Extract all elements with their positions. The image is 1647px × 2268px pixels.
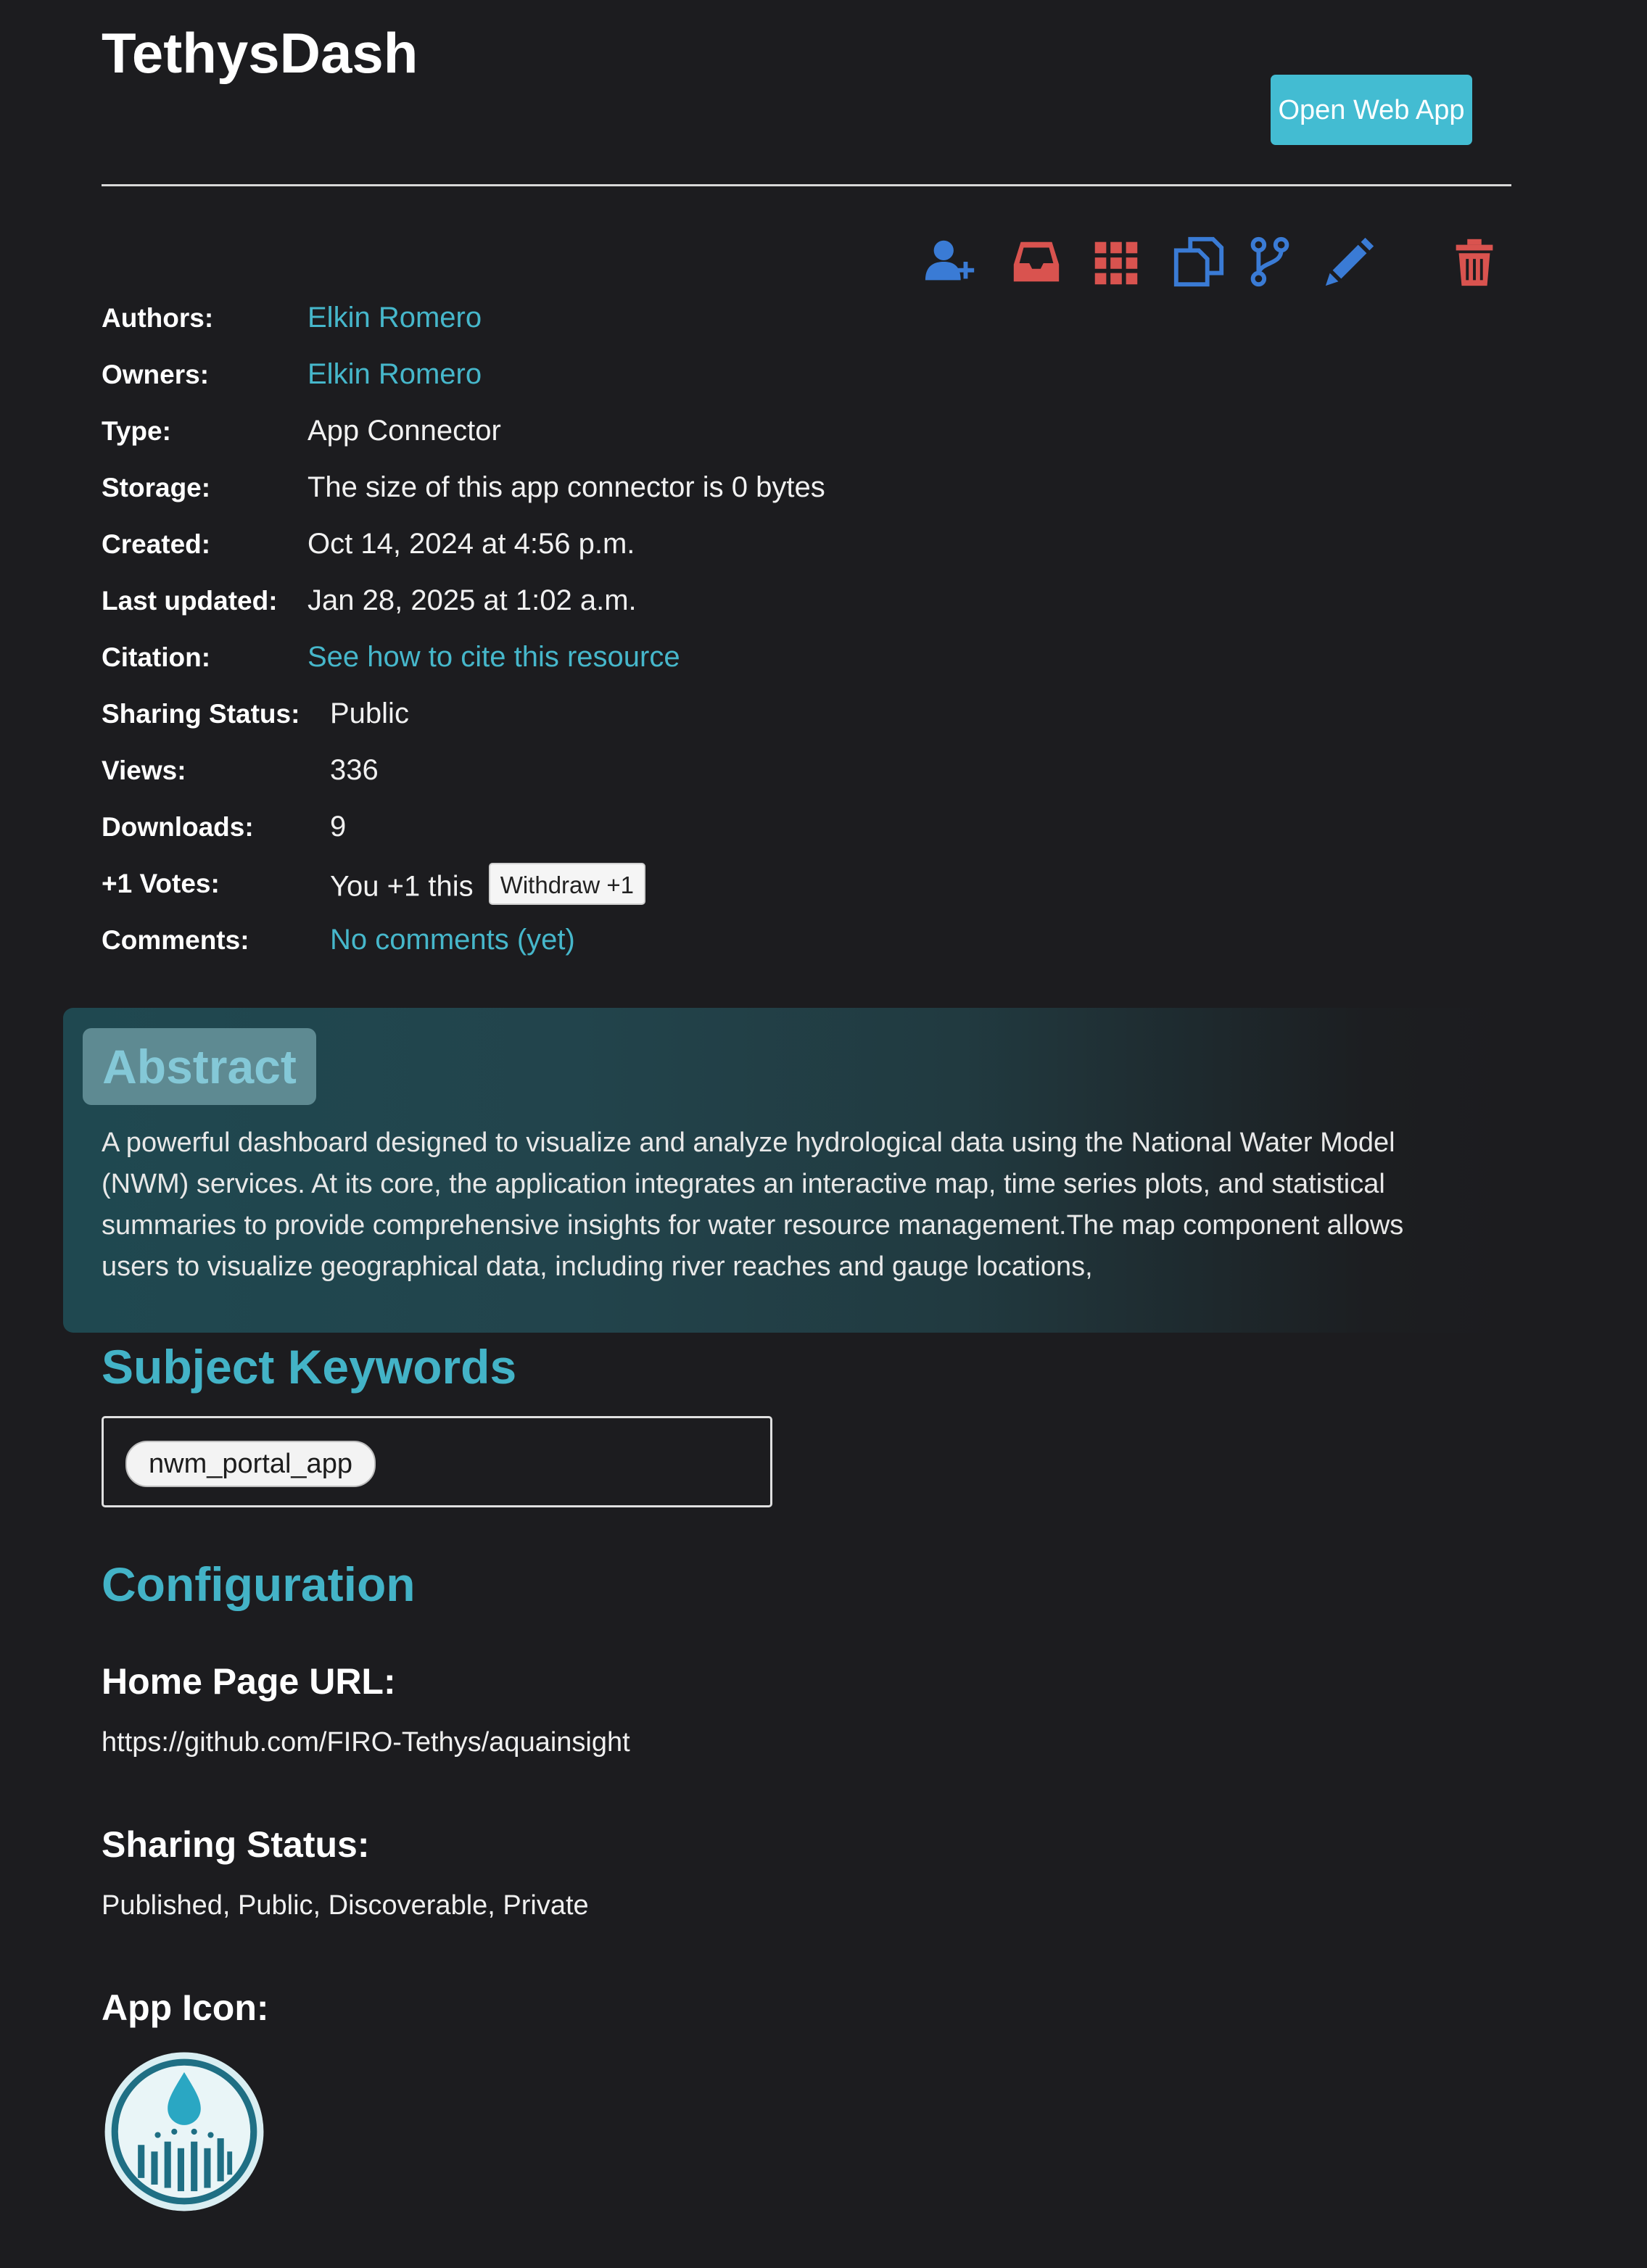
grid-icon[interactable]	[1088, 233, 1144, 290]
meta-row-owners: Owners: Elkin Romero	[102, 354, 1511, 410]
comments-label: Comments:	[102, 925, 249, 955]
votes-label: +1 Votes:	[102, 869, 220, 898]
resource-toolbar	[102, 233, 1511, 291]
meta-row-comments: Comments: No comments (yet)	[102, 919, 1511, 976]
home-page-label: Home Page URL:	[102, 1661, 396, 1702]
config-sharing-value: Published, Public, Discoverable, Private	[102, 1890, 589, 1921]
config-sharing-label: Sharing Status:	[102, 1824, 370, 1865]
created-label: Created:	[102, 529, 211, 559]
abstract-text: A powerful dashboard designed to visuali…	[102, 1127, 1404, 1282]
sharing-label: Sharing Status:	[102, 699, 300, 729]
inbox-icon[interactable]	[1008, 233, 1065, 290]
abstract-section: Abstract A powerful dashboard designed t…	[63, 1008, 1511, 1333]
authors-label: Authors:	[102, 303, 214, 333]
updated-label: Last updated:	[102, 586, 278, 616]
owner-link[interactable]: Elkin Romero	[307, 358, 482, 391]
withdraw-vote-button[interactable]: Withdraw +1	[488, 863, 646, 905]
keywords-heading: Subject Keywords	[102, 1340, 517, 1394]
citation-link[interactable]: See how to cite this resource	[307, 641, 680, 674]
author-link[interactable]: Elkin Romero	[307, 302, 482, 334]
meta-row-created: Created: Oct 14, 2024 at 4:56 p.m.	[102, 523, 1511, 580]
views-value: 336	[330, 754, 379, 786]
app-icon-label: App Icon:	[102, 1987, 269, 2028]
citation-label: Citation:	[102, 642, 211, 672]
keywords-box: nwm_portal_app	[102, 1416, 772, 1507]
metadata-table: Authors: Elkin Romero Owners: Elkin Rome…	[102, 297, 1511, 976]
meta-row-type: Type: App Connector	[102, 410, 1511, 467]
created-value: Oct 14, 2024 at 4:56 p.m.	[307, 528, 635, 560]
meta-row-downloads: Downloads: 9	[102, 806, 1511, 863]
type-value: App Connector	[307, 415, 501, 447]
home-page-link[interactable]: https://github.com/FIRO-Tethys/aquainsig…	[102, 1727, 630, 1758]
page-title: TethysDash	[102, 21, 418, 85]
storage-label: Storage:	[102, 473, 211, 502]
meta-row-citation: Citation: See how to cite this resource	[102, 637, 1511, 693]
sharing-value: Public	[330, 698, 409, 729]
votes-value: You +1 this	[330, 870, 474, 903]
storage-value: The size of this app connector is 0 byte…	[307, 471, 825, 503]
comments-link[interactable]: No comments (yet)	[330, 924, 575, 956]
downloads-value: 9	[330, 811, 347, 843]
meta-row-storage: Storage: The size of this app connector …	[102, 467, 1511, 523]
copy-icon[interactable]	[1171, 233, 1227, 290]
add-user-icon[interactable]	[922, 233, 979, 290]
header-divider	[102, 184, 1511, 186]
open-web-app-button[interactable]: Open Web App	[1271, 75, 1472, 145]
edit-icon[interactable]	[1321, 233, 1378, 290]
meta-row-authors: Authors: Elkin Romero	[102, 297, 1511, 354]
trash-icon[interactable]	[1446, 233, 1503, 290]
views-label: Views:	[102, 756, 186, 785]
app-logo-icon	[102, 2049, 267, 2214]
type-label: Type:	[102, 416, 171, 446]
keyword-chip[interactable]: nwm_portal_app	[125, 1441, 376, 1487]
votes-container: You +1 this Withdraw +1	[330, 863, 646, 909]
meta-row-votes: +1 Votes: You +1 this Withdraw +1	[102, 863, 1511, 919]
abstract-heading: Abstract	[83, 1028, 316, 1105]
downloads-label: Downloads:	[102, 812, 254, 842]
updated-value: Jan 28, 2025 at 1:02 a.m.	[307, 584, 637, 616]
meta-row-views: Views: 336	[102, 750, 1511, 806]
meta-row-updated: Last updated: Jan 28, 2025 at 1:02 a.m.	[102, 580, 1511, 637]
meta-row-sharing: Sharing Status: Public	[102, 693, 1511, 750]
fork-icon[interactable]	[1242, 233, 1298, 290]
owners-label: Owners:	[102, 360, 210, 389]
configuration-heading: Configuration	[102, 1557, 416, 1611]
